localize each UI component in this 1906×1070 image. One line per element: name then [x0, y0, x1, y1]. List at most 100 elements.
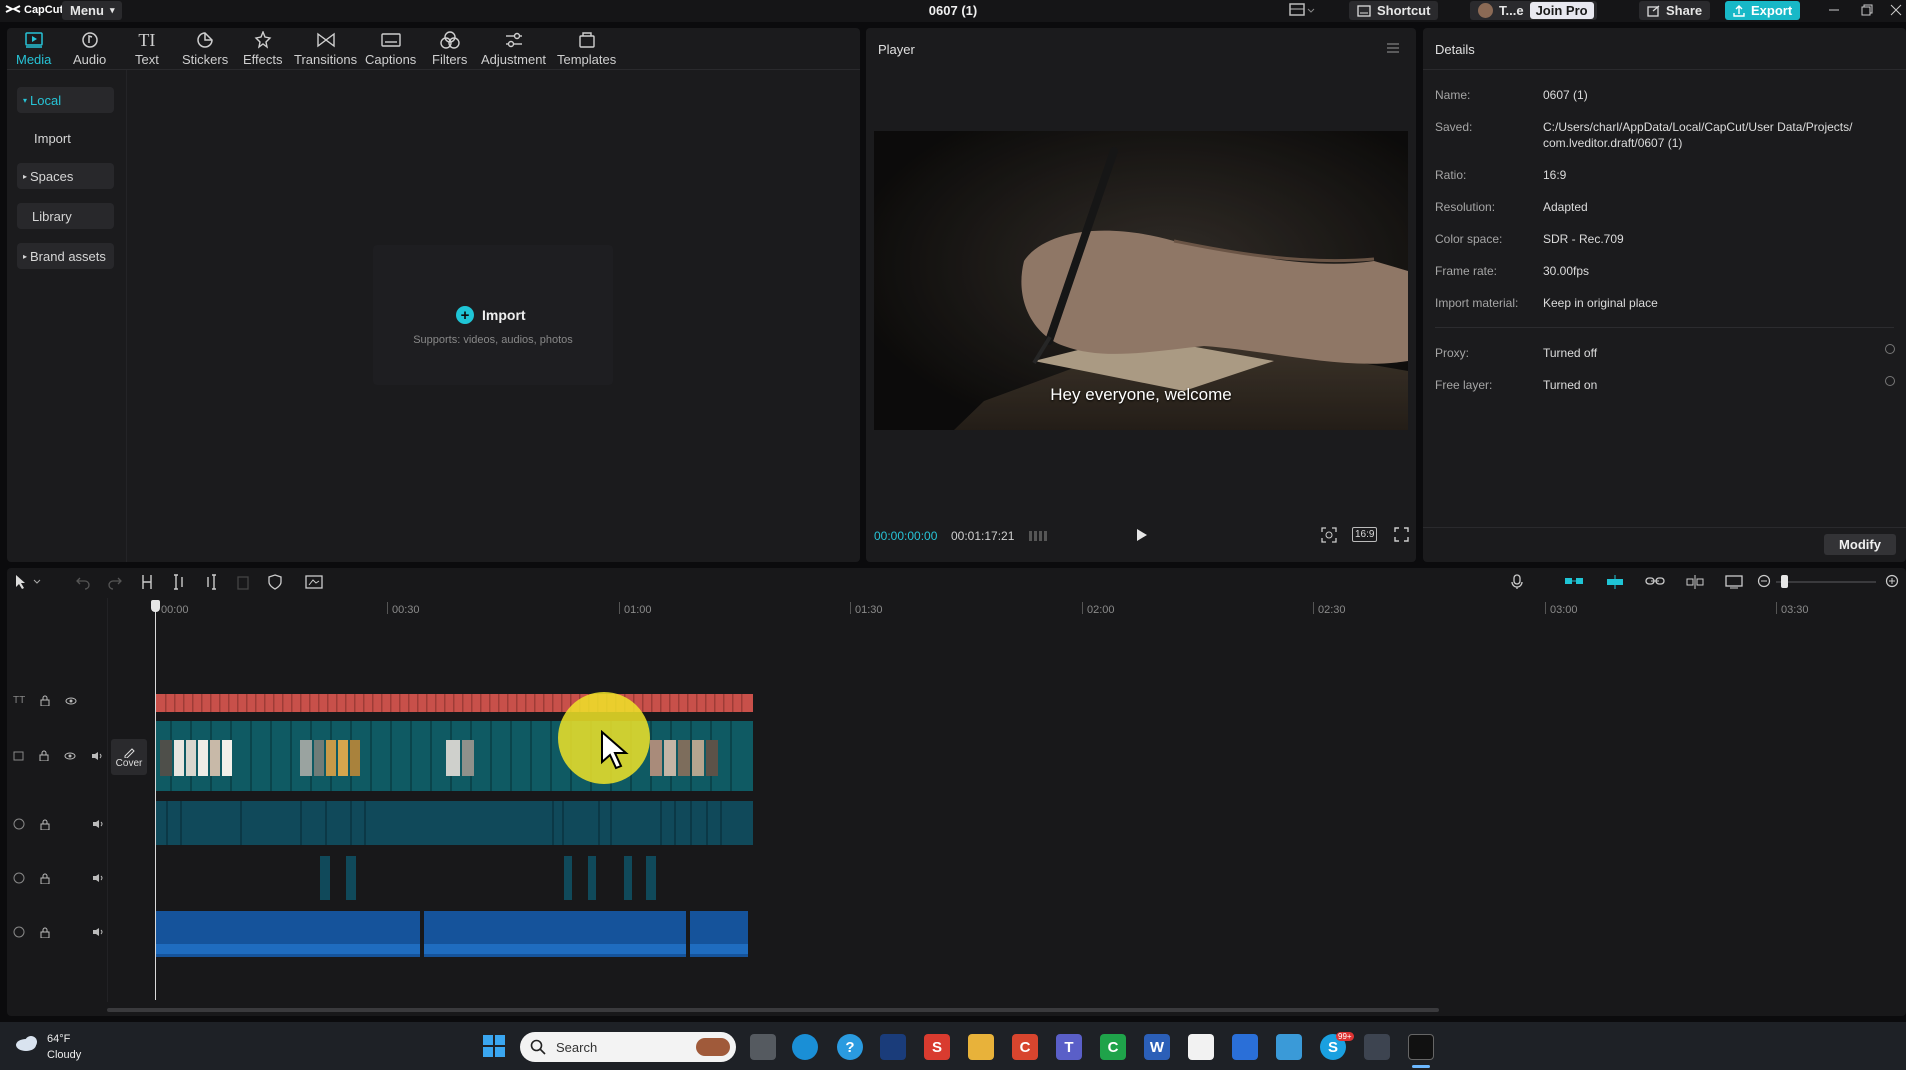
lock-icon[interactable]	[40, 819, 50, 830]
link-icon[interactable]	[1645, 574, 1665, 588]
sidebar-item-import[interactable]: Import	[17, 125, 114, 151]
tab-adjustment[interactable]: Adjustment	[481, 30, 546, 67]
stickers-icon	[197, 32, 213, 48]
speaker-icon[interactable]	[92, 819, 104, 829]
calculator-icon[interactable]	[1364, 1034, 1390, 1060]
lock-icon[interactable]	[39, 750, 49, 761]
shortcut-button[interactable]: Shortcut	[1349, 1, 1439, 20]
sidebar-item-local[interactable]: ▾ Local	[17, 87, 114, 113]
undo-icon[interactable]	[75, 574, 91, 590]
audio-track-1-clips[interactable]	[156, 801, 753, 845]
auto-snap-icon[interactable]	[1605, 574, 1625, 590]
lock-icon[interactable]	[40, 873, 50, 884]
tab-transitions[interactable]: Transitions	[294, 30, 357, 67]
detail-value-frame-rate: 30.00fps	[1543, 264, 1590, 278]
tab-stickers[interactable]: Stickers	[182, 30, 228, 67]
capcut-taskbar-icon[interactable]	[1408, 1034, 1434, 1060]
split-right-icon[interactable]	[204, 574, 218, 590]
tab-templates[interactable]: Templates	[557, 30, 616, 67]
speaker-icon[interactable]	[91, 751, 103, 761]
account-button[interactable]: T...e Join Pro	[1470, 1, 1597, 20]
sidebar-item-brand-assets[interactable]: ▸ Brand assets	[17, 243, 114, 269]
fullscreen-icon[interactable]	[1394, 527, 1409, 542]
pencil-icon	[124, 747, 135, 758]
hamburger-menu-icon[interactable]	[1386, 42, 1400, 54]
select-tool-icon[interactable]	[14, 574, 44, 590]
lock-icon[interactable]	[40, 695, 50, 706]
zoom-slider-track[interactable]	[1776, 581, 1876, 583]
layout-icon[interactable]	[1289, 3, 1315, 17]
export-button[interactable]: Export	[1725, 1, 1801, 20]
sidebar-item-library[interactable]: Library	[17, 203, 114, 229]
music-track-clips[interactable]	[156, 911, 748, 957]
delete-icon[interactable]	[236, 574, 250, 590]
preview-axis-icon[interactable]	[1685, 574, 1705, 590]
shield-icon[interactable]	[268, 574, 282, 590]
app-s-icon[interactable]: S	[924, 1034, 950, 1060]
tab-audio[interactable]: Audio	[73, 30, 106, 67]
camtasia-icon[interactable]: C	[1100, 1034, 1126, 1060]
tab-captions[interactable]: Captions	[365, 30, 416, 67]
edge-icon[interactable]	[792, 1034, 818, 1060]
player-title: Player	[878, 42, 915, 57]
tab-text[interactable]: TI Text	[135, 30, 159, 68]
crop-image-icon[interactable]	[305, 574, 323, 590]
remote-desktop-icon[interactable]	[1232, 1034, 1258, 1060]
fit-screen-icon[interactable]	[1321, 527, 1337, 543]
eye-icon[interactable]	[64, 751, 76, 761]
zoom-slider-handle[interactable]	[1781, 575, 1788, 588]
tab-filters[interactable]: Filters	[432, 30, 467, 67]
text-track-clips[interactable]	[156, 694, 753, 712]
import-button[interactable]: + Import	[456, 306, 526, 324]
zoom-in-icon[interactable]	[1885, 574, 1899, 588]
microphone-icon[interactable]	[1510, 574, 1524, 590]
redo-icon[interactable]	[107, 574, 123, 590]
tab-media[interactable]: Media	[16, 30, 51, 67]
restore-icon[interactable]	[1861, 4, 1873, 16]
audio-track-icon	[13, 872, 25, 884]
windows-start-icon[interactable]	[482, 1034, 506, 1058]
timeline-grid-icon[interactable]	[1028, 529, 1048, 543]
app-c-icon[interactable]: C	[1012, 1034, 1038, 1060]
cover-button[interactable]: Cover	[111, 739, 147, 775]
playhead-handle[interactable]	[151, 600, 160, 612]
timeline-scrollbar[interactable]	[107, 1008, 1439, 1012]
minimize-icon[interactable]	[1828, 4, 1840, 16]
help-icon[interactable]: ?	[837, 1034, 863, 1060]
task-view-icon[interactable]	[750, 1034, 776, 1060]
speaker-icon[interactable]	[92, 927, 104, 937]
word-icon[interactable]: W	[1144, 1034, 1170, 1060]
info-icon[interactable]	[1884, 343, 1896, 355]
video-subtitle: Hey everyone, welcome	[1050, 385, 1232, 404]
timeline-tracks[interactable]	[150, 688, 770, 958]
audio-track-2-clips[interactable]	[320, 856, 656, 900]
store-icon[interactable]	[1188, 1034, 1214, 1060]
eye-icon[interactable]	[65, 696, 77, 706]
main-track-magnet-icon[interactable]	[1564, 574, 1584, 588]
split-left-icon[interactable]	[172, 574, 186, 590]
screen-icon[interactable]	[1725, 574, 1743, 590]
ruler-tick	[850, 602, 851, 614]
tab-effects[interactable]: Effects	[243, 30, 283, 67]
sidebar-item-spaces[interactable]: ▸ Spaces	[17, 163, 114, 189]
text-track-controls: TT	[13, 695, 77, 706]
playhead-line[interactable]	[155, 600, 156, 1000]
split-icon[interactable]	[140, 574, 154, 590]
notepad-icon[interactable]	[1276, 1034, 1302, 1060]
aspect-ratio-button[interactable]: 16:9	[1352, 527, 1378, 542]
close-icon[interactable]	[1890, 4, 1902, 16]
info-icon[interactable]	[1884, 375, 1896, 387]
zoom-out-icon[interactable]	[1757, 574, 1771, 588]
speaker-icon[interactable]	[92, 873, 104, 883]
video-track-clips[interactable]	[156, 721, 753, 791]
join-pro-button[interactable]: Join Pro	[1529, 2, 1594, 19]
modify-button[interactable]: Modify	[1824, 534, 1896, 555]
share-button[interactable]: Share	[1639, 1, 1711, 20]
taskbar-search-box[interactable]: Search	[520, 1032, 736, 1062]
ruler-tick	[619, 602, 620, 614]
teams-icon[interactable]: T	[1056, 1034, 1082, 1060]
lock-icon[interactable]	[40, 927, 50, 938]
media-player-icon[interactable]	[880, 1034, 906, 1060]
play-icon[interactable]	[1136, 528, 1148, 542]
file-explorer-icon[interactable]	[968, 1034, 994, 1060]
